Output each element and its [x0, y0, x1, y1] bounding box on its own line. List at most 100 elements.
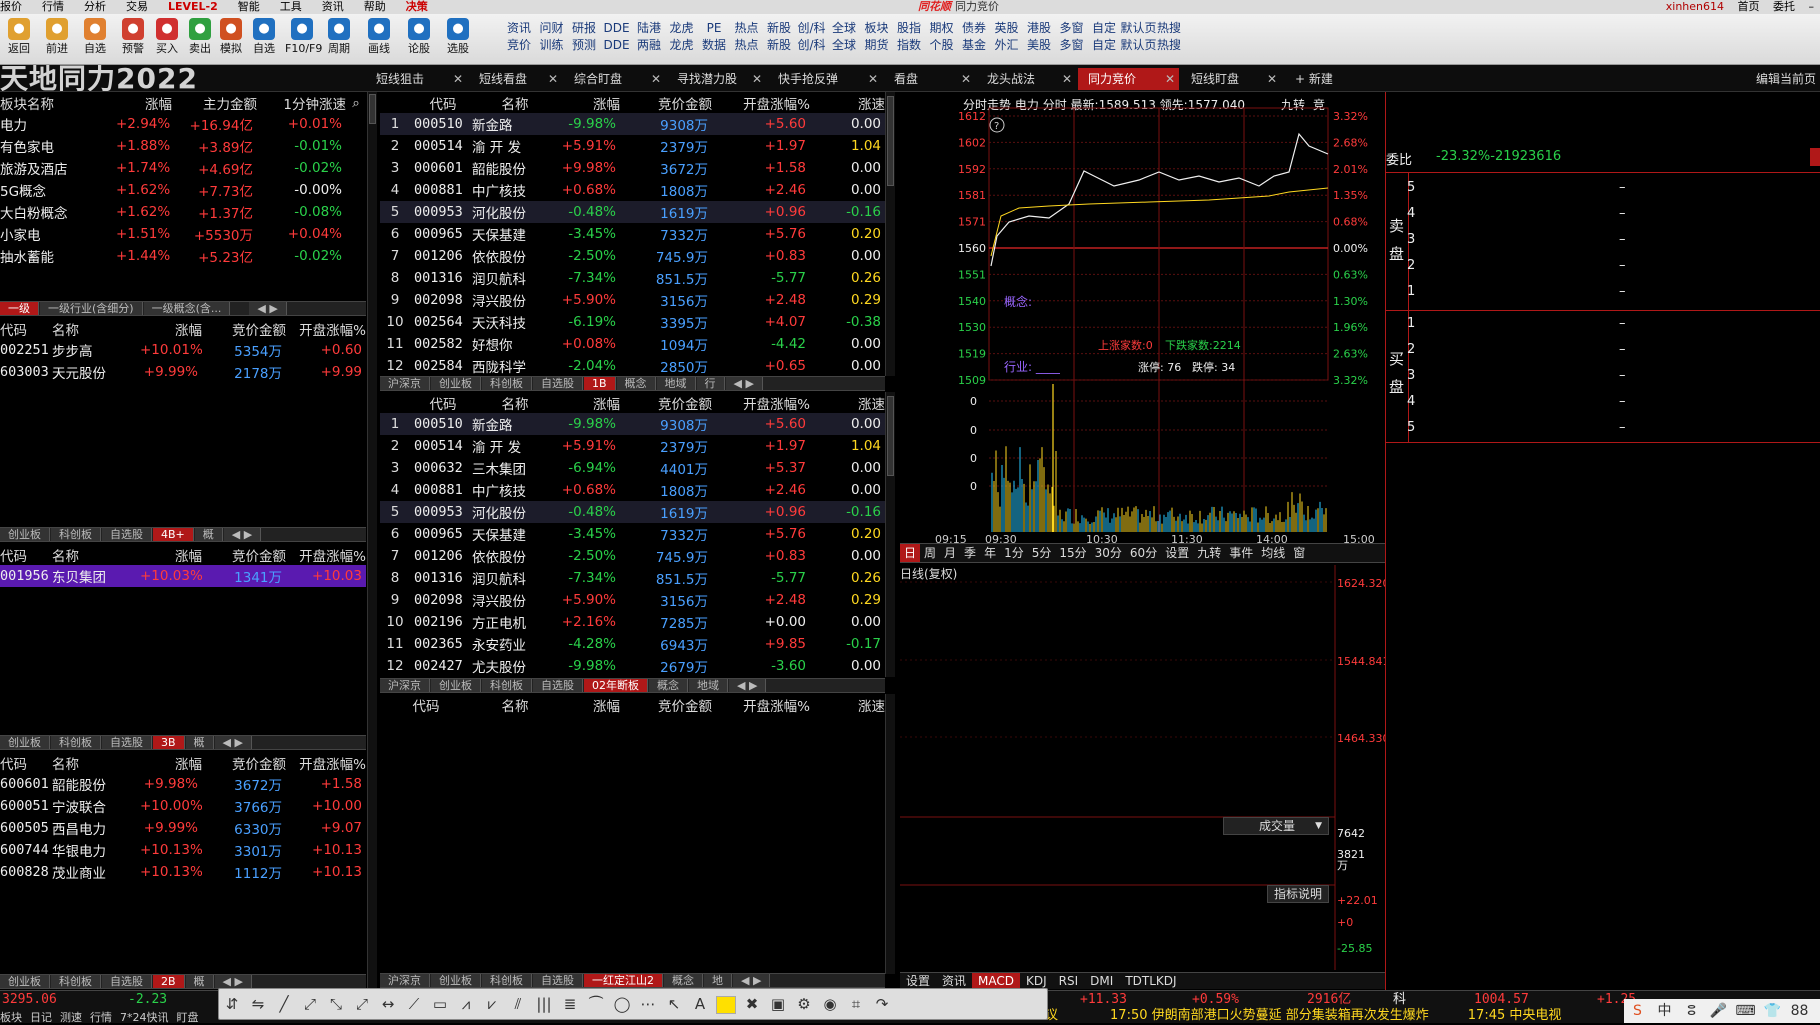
table-row[interactable]: 001956 东贝集团 +10.03% 1341万 +10.03 — [0, 565, 366, 587]
col-header[interactable] — [380, 92, 414, 113]
table-row[interactable]: 7 001206 依依股份 -2.50% 745.9万 +0.83 0.00 — [380, 545, 885, 567]
toolbar2-button[interactable]: 板块 期货 — [861, 20, 893, 64]
draw-tool-icon[interactable]: ⇵ — [219, 989, 245, 1019]
left-scrollbar[interactable] — [367, 92, 377, 992]
draw-tool-icon[interactable]: ⚙ — [791, 989, 817, 1019]
close-icon[interactable]: ✕ — [651, 68, 661, 90]
middle-list-3-scrollbar[interactable] — [885, 694, 895, 974]
arrow-nav-icon[interactable]: ◀ ▶ — [214, 736, 252, 749]
col-header[interactable]: 代码 — [0, 318, 52, 339]
arrow-nav-icon[interactable]: ◀ ▶ — [725, 377, 763, 390]
news-ticker[interactable]: 议 17:50 伊朗南部港口火势蔓延 部分集装箱再次发生爆炸 17:45 中央电… — [1045, 1008, 1561, 1023]
period-tab[interactable]: 周 — [920, 544, 940, 562]
col-header[interactable]: 开盘涨幅% — [286, 752, 366, 773]
tab-4[interactable]: 寻找潜力股 ✕ — [667, 68, 766, 90]
table-row[interactable]: 6 000965 天保基建 -3.45% 7332万 +5.76 0.20 — [380, 223, 885, 245]
close-icon[interactable]: ✕ — [961, 68, 971, 90]
draw-tool-icon[interactable]: ⌗ — [843, 989, 869, 1019]
arrow-nav-icon[interactable]: ◀ ▶ — [214, 975, 252, 988]
col-header[interactable]: 开盘涨幅% — [286, 318, 366, 339]
draw-tool-icon[interactable]: ⇋ — [245, 989, 271, 1019]
toolbar2-button[interactable]: 自定 自定 — [1088, 20, 1120, 64]
status-link[interactable]: 日记 — [30, 1011, 52, 1024]
col-header[interactable]: 代码 — [0, 544, 52, 565]
status-link[interactable]: 行情 — [90, 1011, 112, 1024]
tab-7[interactable]: 龙头战法 ✕ — [977, 68, 1076, 90]
table-row[interactable]: 5 000953 河化股份 -0.48% 1619万 +0.96 -0.16 — [380, 501, 885, 523]
subtab[interactable]: 一级行业(含细分) — [40, 302, 143, 315]
draw-tool-icon[interactable]: ||| — [531, 989, 557, 1019]
period-tab[interactable]: 月 — [940, 544, 960, 562]
period-tab[interactable]: 30分 — [1091, 544, 1126, 562]
close-icon[interactable]: ✕ — [1062, 68, 1072, 90]
col-header[interactable]: 开盘涨幅% — [286, 544, 366, 565]
draw-tool-icon[interactable]: ↖ — [661, 989, 687, 1019]
intraday-chart[interactable]: 1612 3.32% 1602 2.68% 1592 2.01% 1581 1.35% 1571… — [900, 92, 1385, 544]
subtab[interactable]: 创业板 — [0, 736, 50, 749]
table-row[interactable]: 5G概念 +1.62% +7.73亿 -0.00% — [0, 179, 366, 201]
subtab[interactable]: 科创板 — [482, 974, 532, 987]
draw-tool-icon[interactable]: ◉ — [817, 989, 843, 1019]
table-row[interactable]: 2 000514 渝 开 发 +5.91% 2379万 +1.97 1.04 — [380, 135, 885, 157]
col-header[interactable]: 代码 — [380, 694, 472, 715]
table-row[interactable]: 2 000514 渝 开 发 +5.91% 2379万 +1.97 1.04 — [380, 435, 885, 457]
toolbar2-button[interactable]: 新股 新股 — [763, 20, 795, 64]
subtab[interactable]: 沪深京 — [380, 679, 430, 692]
subtab[interactable]: 1B — [584, 377, 616, 390]
toolbar-cycle-button[interactable]: ● 周期 — [322, 18, 356, 64]
table-row[interactable]: 603003 天元股份 +9.99% 2178万 +9.99 — [0, 361, 366, 383]
subtab[interactable]: 科创板 — [51, 528, 101, 541]
subtab[interactable]: 02年断板 — [584, 679, 648, 692]
close-icon[interactable]: ✕ — [548, 68, 558, 90]
subtab[interactable]: 自选股 — [102, 736, 152, 749]
draw-tool-icon[interactable]: ▭ — [427, 989, 453, 1019]
table-row[interactable]: 3 000632 三木集团 -6.94% 4401万 +5.37 0.00 — [380, 457, 885, 479]
menu-item[interactable]: 资讯 — [322, 0, 344, 14]
table-row[interactable]: 8 001316 润贝航科 -7.34% 851.5万 -5.77 0.26 — [380, 567, 885, 589]
col-header[interactable]: 名称 — [472, 694, 558, 715]
tab-8[interactable]: 同力竞价 ✕ — [1078, 68, 1179, 90]
toolbar-pick-button[interactable]: ● 选股 — [441, 18, 475, 64]
subtab[interactable]: 概念 — [664, 974, 703, 987]
toolbar-f10-button[interactable]: ● F10/F9 — [285, 18, 322, 64]
toolbar2-button[interactable]: 英股 外汇 — [991, 20, 1023, 64]
col-header[interactable]: 涨幅 — [140, 752, 202, 773]
toolbar-star-button[interactable]: ● 自选 — [78, 18, 112, 64]
table-row[interactable]: 1 000510 新金路 -9.98% 9308万 +5.60 0.00 — [380, 413, 885, 435]
table-row[interactable]: 电力 +2.94% +16.94亿 +0.01% — [0, 113, 366, 135]
subtab[interactable]: 一红定江山2 — [584, 974, 663, 987]
draw-tool-icon[interactable]: ▣ — [765, 989, 791, 1019]
table-row[interactable]: 9 002098 浔兴股份 +5.90% 3156万 +2.48 0.29 — [380, 289, 885, 311]
indicator-tab[interactable]: KDJ — [1020, 973, 1053, 989]
toolbar-back-button[interactable]: ● 返回 — [2, 18, 36, 64]
table-row[interactable]: 11 002582 好想你 +0.08% 1094万 -4.42 0.00 — [380, 333, 885, 355]
table-row[interactable]: 1 000510 新金路 -9.98% 9308万 +5.60 0.00 — [380, 113, 885, 135]
subtab[interactable]: 自选股 — [533, 377, 583, 390]
col-header[interactable]: 代码 — [414, 92, 472, 113]
toolbar-forum-button[interactable]: ● 论股 — [402, 18, 436, 64]
tab-2[interactable]: 短线看盘 ✕ — [469, 68, 562, 90]
period-tab[interactable]: 窗 — [1289, 544, 1309, 562]
period-tab[interactable]: 设置 — [1161, 544, 1193, 562]
subtab[interactable]: 概 — [185, 736, 214, 749]
color-swatch-icon[interactable] — [716, 995, 736, 1014]
draw-tool-icon[interactable]: A — [687, 989, 713, 1019]
indicator-help-button[interactable]: 指标说明 — [1267, 885, 1329, 903]
order-button[interactable]: 委托 — [1773, 0, 1795, 13]
period-tab[interactable]: 60分 — [1126, 544, 1161, 562]
arrow-nav-icon[interactable]: ◀ ▶ — [223, 528, 262, 541]
skin-icon[interactable]: 👕 — [1759, 999, 1786, 1023]
subtab[interactable]: 3B — [153, 736, 185, 749]
table-row[interactable]: 12 002584 西陇科学 -2.04% 2850万 +0.65 0.00 — [380, 355, 885, 376]
subtab[interactable]: 沪深京 — [380, 377, 430, 390]
subtab[interactable]: 科创板 — [482, 377, 532, 390]
table-row[interactable]: 4 000881 中广核技 +0.68% 1808万 +2.46 0.00 — [380, 179, 885, 201]
table-row[interactable]: 6 000965 天保基建 -3.45% 7332万 +5.76 0.20 — [380, 523, 885, 545]
subtab[interactable]: 创业板 — [0, 528, 50, 541]
menu-item[interactable]: 分析 — [84, 0, 106, 14]
toolbar-clock-button[interactable]: ● 预警 — [116, 18, 150, 64]
toolbar2-button[interactable]: 陆港 两融 — [633, 20, 665, 64]
toolbar2-button[interactable]: 龙虎 龙虎 — [666, 20, 698, 64]
col-header[interactable]: 涨幅 — [140, 544, 202, 565]
col-header[interactable]: 涨速 — [810, 392, 885, 413]
